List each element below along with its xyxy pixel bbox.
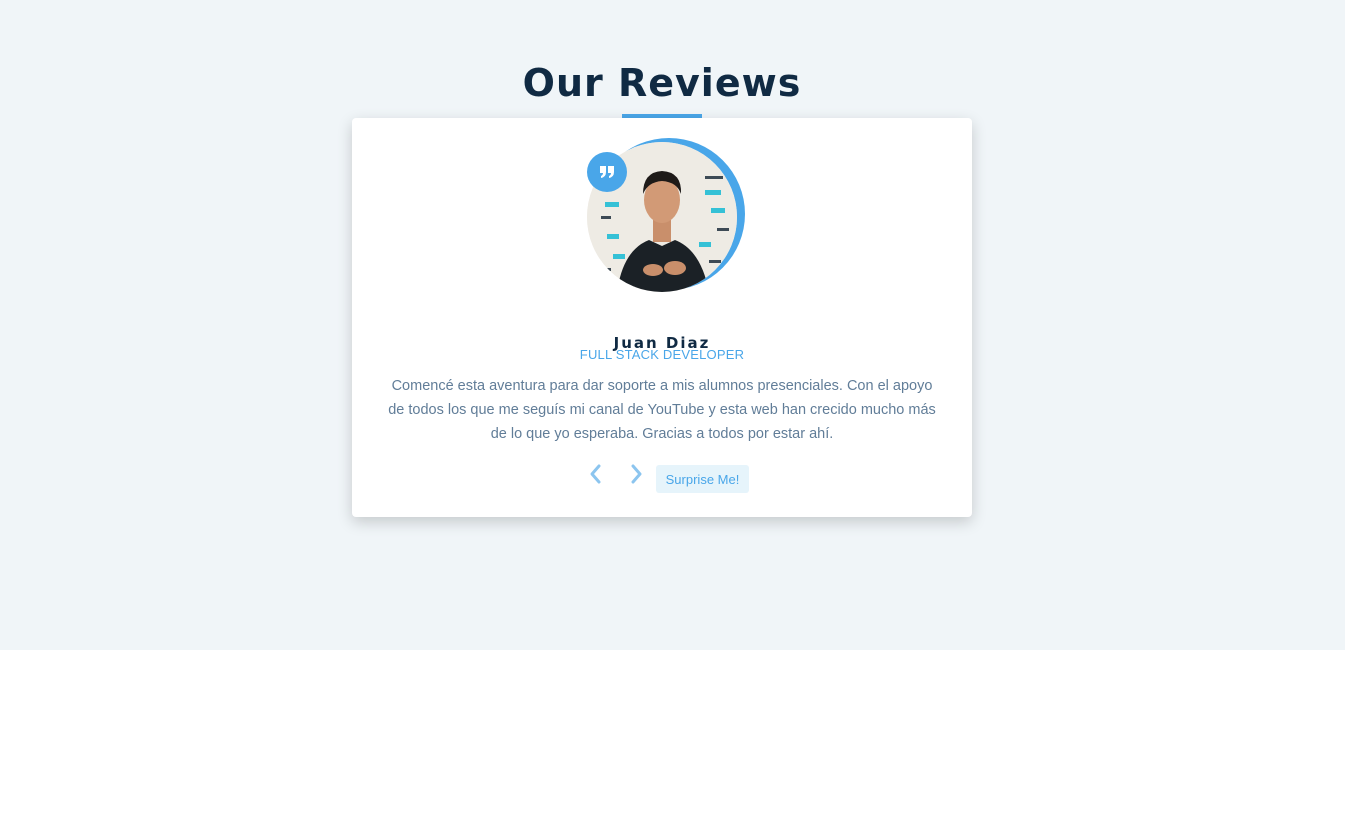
chevron-left-icon: [590, 464, 601, 484]
author-image-container: [587, 138, 745, 292]
next-button[interactable]: [626, 462, 646, 486]
surprise-me-button[interactable]: Surprise Me!: [656, 465, 749, 493]
quote-icon: [587, 152, 627, 192]
review-text: Comencé esta aventura para dar soporte a…: [388, 378, 936, 442]
review-card: Juan Diaz FULL STACK DEVELOPER Comencé e…: [352, 118, 972, 517]
section-title: Our Reviews: [522, 61, 802, 105]
author-job: FULL STACK DEVELOPER: [579, 347, 745, 362]
chevron-right-icon: [631, 464, 642, 484]
review-controls: Surprise Me!: [352, 462, 972, 494]
prev-button[interactable]: [586, 462, 606, 486]
